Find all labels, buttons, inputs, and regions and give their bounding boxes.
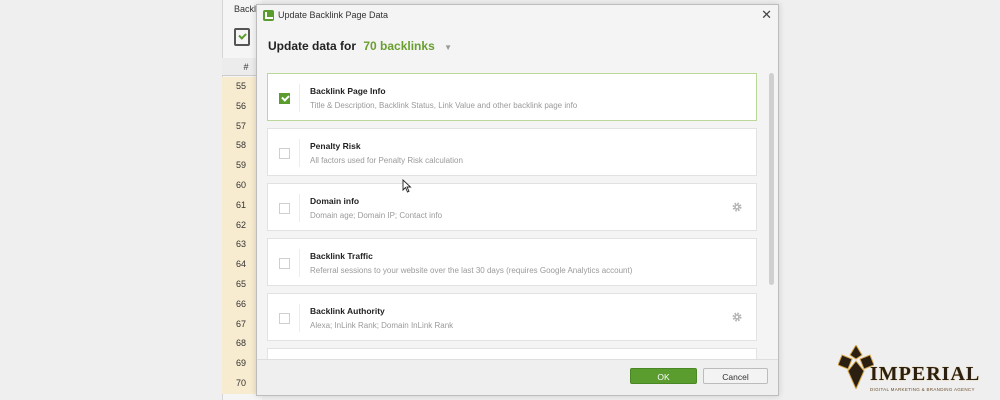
scrollbar-thumb[interactable] [769, 73, 774, 285]
dialog-title: Update Backlink Page Data [278, 10, 389, 20]
option-checkbox[interactable] [279, 148, 290, 159]
option-name: Backlink Authority [310, 306, 385, 316]
check-document-icon[interactable] [234, 28, 250, 46]
backlink-count-dropdown[interactable]: 70 backlinks [363, 39, 434, 53]
option-name: Backlink Page Info [310, 86, 386, 96]
dialog-titlebar[interactable]: Update Backlink Page Data ✕ [257, 5, 778, 25]
option-checkbox[interactable] [279, 313, 290, 324]
option-description: Alexa; InLink Rank; Domain InLink Rank [310, 321, 454, 330]
divider [299, 249, 300, 277]
divider [299, 139, 300, 167]
divider [299, 194, 300, 222]
update-data-header: Update data for 70 backlinks ▼ [268, 39, 452, 53]
option-description: Domain age; Domain IP; Contact info [310, 211, 443, 220]
logo-wordmark: IMPERIAL [870, 363, 981, 385]
logo-tagline: DIGITAL MARKETING & BRANDING AGENCY [870, 387, 975, 392]
option-card[interactable]: Domain info Domain age; Domain IP; Contac… [267, 183, 757, 231]
option-checkbox[interactable] [279, 203, 290, 214]
option-card[interactable]: Backlink Page Info Title & Description, B… [267, 73, 757, 121]
mouse-pointer-icon [402, 179, 412, 193]
header-prefix: Update data for [268, 39, 357, 53]
divider [299, 84, 300, 112]
option-card[interactable]: Backlink Authority Alexa; InLink Rank; Do… [267, 293, 757, 341]
option-name: Domain info [310, 196, 360, 206]
ok-button[interactable]: OK [630, 368, 697, 384]
option-description: Referral sessions to your website over t… [310, 266, 633, 275]
close-icon[interactable]: ✕ [761, 7, 772, 23]
crown-emblem-icon [838, 345, 874, 389]
chevron-down-icon[interactable]: ▼ [444, 43, 452, 52]
option-name: Penalty Risk [310, 141, 361, 151]
data-options-list: Backlink Page Info Title & Description, B… [267, 73, 759, 363]
gear-icon[interactable] [731, 200, 743, 212]
option-checkbox[interactable] [279, 258, 290, 269]
app-logo-icon [263, 10, 274, 21]
option-description: All factors used for Penalty Risk calcul… [310, 156, 463, 165]
option-name: Backlink Traffic [310, 251, 373, 261]
option-description: Title & Description, Backlink Status, Li… [310, 101, 578, 110]
gear-icon[interactable] [731, 310, 743, 322]
option-checkbox[interactable] [279, 93, 290, 104]
option-card[interactable]: Backlink Traffic Referral sessions to you… [267, 238, 757, 286]
option-card[interactable]: Penalty Risk All factors used for Penalty… [267, 128, 757, 176]
imperial-logo: IMPERIAL DIGITAL MARKETING & BRANDING AG… [838, 345, 993, 395]
list-scrollbar[interactable] [769, 73, 775, 363]
update-backlink-dialog: Update Backlink Page Data ✕ Update data … [256, 4, 779, 396]
dialog-footer: OK Cancel [257, 359, 778, 395]
cancel-button[interactable]: Cancel [703, 368, 768, 384]
divider [299, 304, 300, 332]
